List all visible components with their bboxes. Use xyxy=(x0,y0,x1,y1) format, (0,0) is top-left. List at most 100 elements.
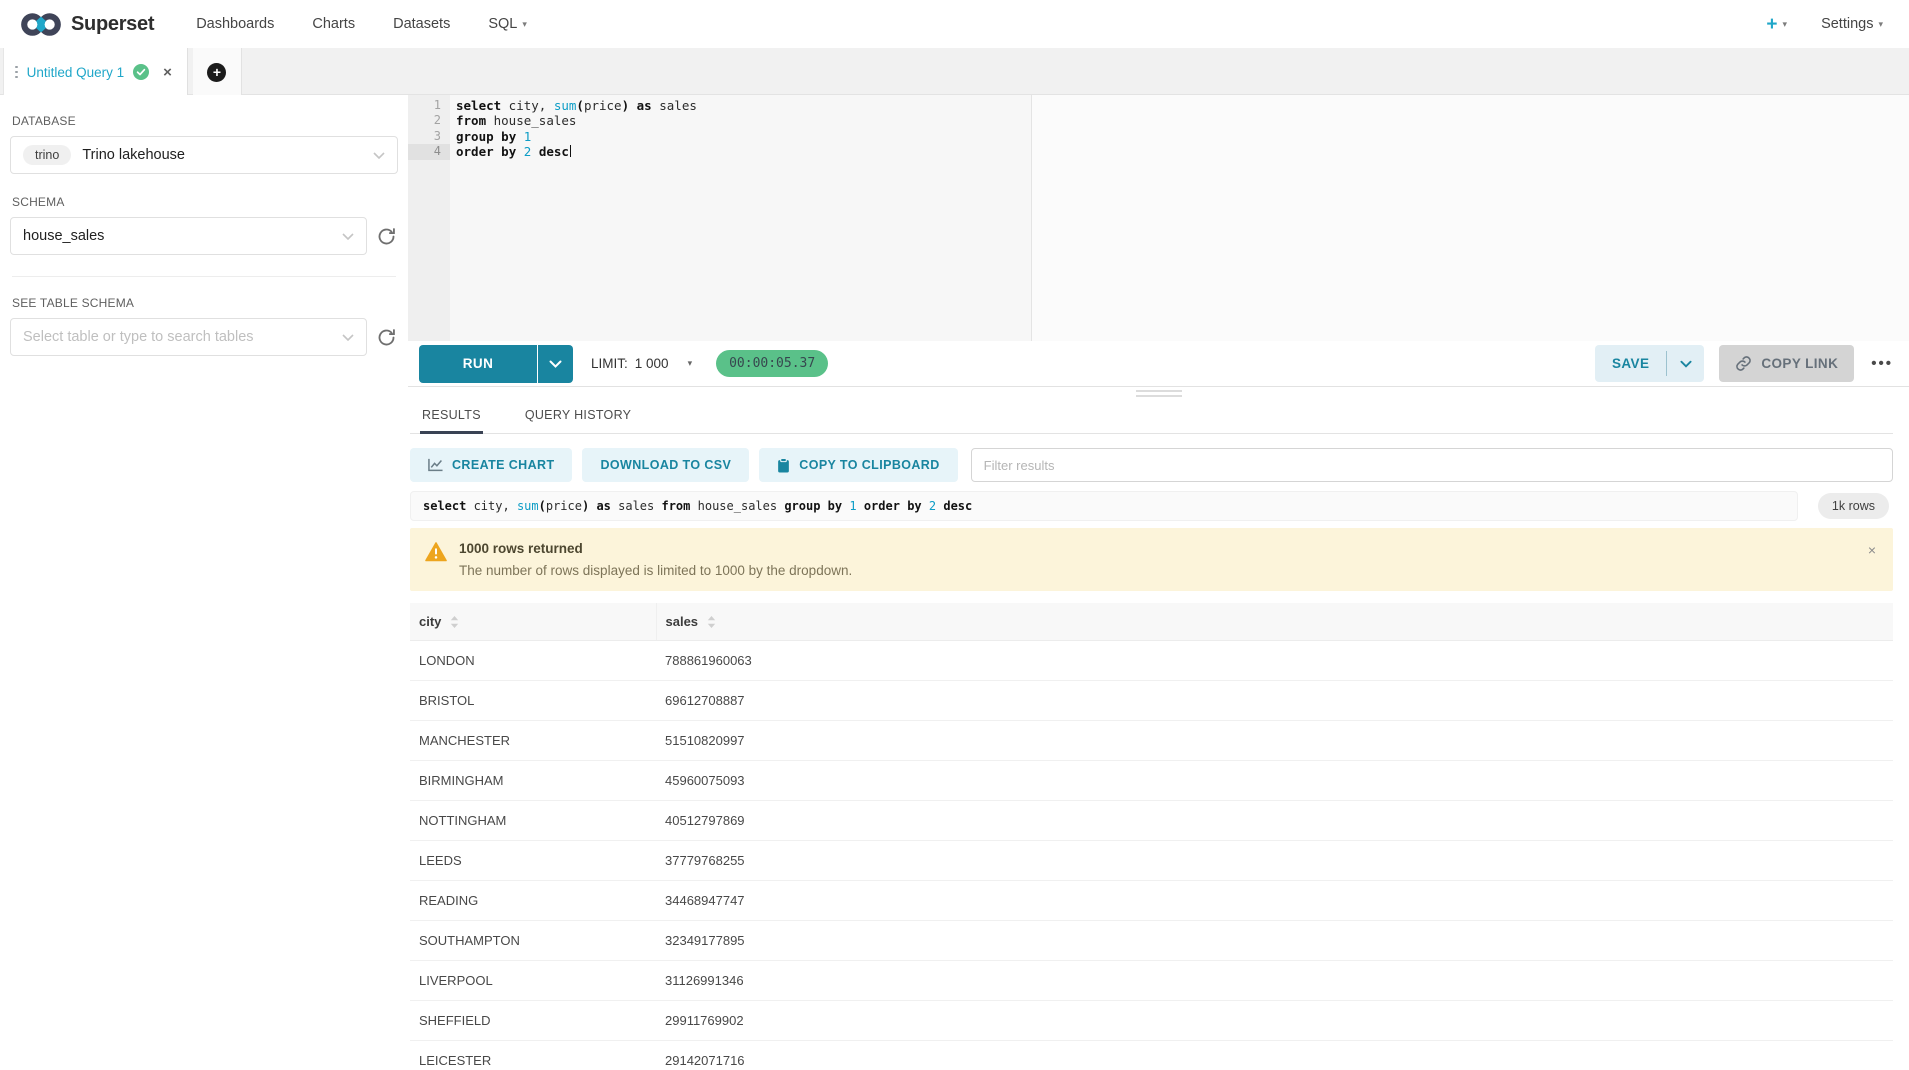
editor-toolbar: RUN LIMIT: 1 000 ▾ 00:00:05.37 SAVE xyxy=(408,341,1909,387)
chevron-down-icon xyxy=(373,152,385,159)
table-row[interactable]: SHEFFIELD29911769902 xyxy=(410,1001,1893,1041)
line-number: 3 xyxy=(408,129,450,144)
table-row[interactable]: NOTTINGHAM40512797869 xyxy=(410,801,1893,841)
query-success-icon xyxy=(133,64,149,80)
tab-results[interactable]: RESULTS xyxy=(420,399,483,434)
code-line[interactable]: order by 2 desc xyxy=(456,144,1909,159)
results-table-body: LONDON788861960063BRISTOL69612708887MANC… xyxy=(410,641,1893,1070)
chevron-down-icon xyxy=(342,334,354,341)
alert-title: 1000 rows returned xyxy=(459,541,852,556)
database-select[interactable]: trino Trino lakehouse xyxy=(10,136,398,174)
text-cursor xyxy=(570,145,572,157)
chart-icon xyxy=(428,458,443,472)
editor-code[interactable]: select city, sum(price) as salesfrom hou… xyxy=(450,95,1909,341)
run-options-button[interactable] xyxy=(538,345,573,383)
nav-charts[interactable]: Charts xyxy=(312,16,355,32)
close-tab-icon[interactable]: × xyxy=(163,64,172,81)
copy-clipboard-button[interactable]: COPY TO CLIPBOARD xyxy=(759,448,957,482)
table-row[interactable]: READING34468947747 xyxy=(410,881,1893,921)
chevron-down-icon xyxy=(342,233,354,240)
cell-sales: 788861960063 xyxy=(656,641,1893,681)
cell-city: BRISTOL xyxy=(410,681,656,721)
add-tab-icon[interactable]: + xyxy=(207,63,226,82)
drag-handle-icon[interactable] xyxy=(15,66,18,79)
cell-sales: 40512797869 xyxy=(656,801,1893,841)
chevron-down-icon: ▾ xyxy=(1783,19,1788,30)
table-row[interactable]: LIVERPOOL31126991346 xyxy=(410,961,1893,1001)
table-row[interactable]: BIRMINGHAM45960075093 xyxy=(410,761,1893,801)
superset-infinity-icon xyxy=(20,11,62,38)
limit-label: LIMIT: xyxy=(591,356,628,371)
more-options-icon[interactable]: ••• xyxy=(1871,355,1893,372)
executed-query-preview[interactable]: select city, sum(price) as sales from ho… xyxy=(410,491,1798,521)
create-chart-button[interactable]: CREATE CHART xyxy=(410,448,572,482)
cell-city: MANCHESTER xyxy=(410,721,656,761)
cell-sales: 51510820997 xyxy=(656,721,1893,761)
cell-sales: 32349177895 xyxy=(656,921,1893,961)
nav-sql[interactable]: SQL▾ xyxy=(488,16,527,32)
table-row[interactable]: LEICESTER29142071716 xyxy=(410,1041,1893,1070)
download-csv-button[interactable]: DOWNLOAD TO CSV xyxy=(582,448,749,482)
save-button-group: SAVE xyxy=(1595,345,1704,382)
code-line[interactable]: group by 1 xyxy=(456,129,1909,144)
filter-results-input[interactable] xyxy=(971,448,1893,482)
brand-name: Superset xyxy=(71,13,154,36)
cell-city: LEEDS xyxy=(410,841,656,881)
settings-menu[interactable]: Settings ▾ xyxy=(1821,16,1883,32)
tab-untitled-query[interactable]: Untitled Query 1 × xyxy=(3,48,188,96)
limit-dropdown[interactable]: LIMIT: 1 000 ▾ xyxy=(591,356,692,371)
superset-logo[interactable]: Superset xyxy=(20,11,154,38)
column-header-sales[interactable]: sales xyxy=(656,603,1893,641)
query-tab-label: Untitled Query 1 xyxy=(27,65,125,80)
sql-editor[interactable]: 1234 select city, sum(price) as salesfro… xyxy=(408,95,1909,341)
table-row[interactable]: SOUTHAMPTON32349177895 xyxy=(410,921,1893,961)
query-preview-text: select city, sum(price) as sales from ho… xyxy=(423,499,972,513)
close-alert-icon[interactable]: × xyxy=(1868,543,1876,557)
table-row[interactable]: LEEDS37779768255 xyxy=(410,841,1893,881)
schema-select[interactable]: house_sales xyxy=(10,217,367,255)
cell-city: LIVERPOOL xyxy=(410,961,656,1001)
add-tab-area: + xyxy=(193,48,242,96)
save-button[interactable]: SAVE xyxy=(1595,345,1666,382)
save-options-button[interactable] xyxy=(1667,345,1704,382)
refresh-schemas-icon[interactable] xyxy=(376,226,398,247)
cell-sales: 29142071716 xyxy=(656,1041,1893,1070)
results-pane: RESULTS QUERY HISTORY CREATE CHART DOWNL… xyxy=(408,399,1909,1070)
cell-city: NOTTINGHAM xyxy=(410,801,656,841)
new-item-button[interactable]: + ▾ xyxy=(1766,15,1787,34)
cell-sales: 45960075093 xyxy=(656,761,1893,801)
code-line[interactable]: from house_sales xyxy=(456,113,1909,128)
row-count-badge: 1k rows xyxy=(1818,493,1889,519)
pane-resize-strip xyxy=(408,387,1909,399)
table-select-placeholder: Select table or type to search tables xyxy=(23,329,254,345)
copy-link-button[interactable]: COPY LINK xyxy=(1719,345,1854,382)
run-button[interactable]: RUN xyxy=(419,345,537,383)
sidebar-divider xyxy=(12,276,396,277)
table-row[interactable]: BRISTOL69612708887 xyxy=(410,681,1893,721)
database-select-value: Trino lakehouse xyxy=(82,147,185,163)
sort-icon[interactable] xyxy=(450,616,459,628)
sqllab-sidebar: DATABASE trino Trino lakehouse SCHEMA ho… xyxy=(0,95,408,1070)
run-button-group: RUN xyxy=(419,345,573,383)
cell-sales: 37779768255 xyxy=(656,841,1893,881)
table-row[interactable]: MANCHESTER51510820997 xyxy=(410,721,1893,761)
table-select[interactable]: Select table or type to search tables xyxy=(10,318,367,356)
schema-select-value: house_sales xyxy=(23,228,104,244)
chevron-down-icon: ▾ xyxy=(1878,19,1883,30)
refresh-tables-icon[interactable] xyxy=(376,327,398,348)
database-label: DATABASE xyxy=(12,114,398,128)
code-line[interactable]: select city, sum(price) as sales xyxy=(456,98,1909,113)
cell-city: LONDON xyxy=(410,641,656,681)
top-navbar: Superset Dashboards Charts Datasets SQL▾… xyxy=(0,0,1909,48)
resize-grip[interactable] xyxy=(1136,390,1182,397)
editor-gutter: 1234 xyxy=(408,95,450,341)
nav-datasets[interactable]: Datasets xyxy=(393,16,450,32)
tab-query-history[interactable]: QUERY HISTORY xyxy=(523,399,633,433)
table-row[interactable]: LONDON788861960063 xyxy=(410,641,1893,681)
limit-value: 1 000 xyxy=(635,356,669,371)
cell-city: READING xyxy=(410,881,656,921)
column-header-city[interactable]: city xyxy=(410,603,656,641)
nav-dashboards[interactable]: Dashboards xyxy=(196,16,274,32)
sort-icon[interactable] xyxy=(707,616,716,628)
schema-label: SCHEMA xyxy=(12,195,398,209)
